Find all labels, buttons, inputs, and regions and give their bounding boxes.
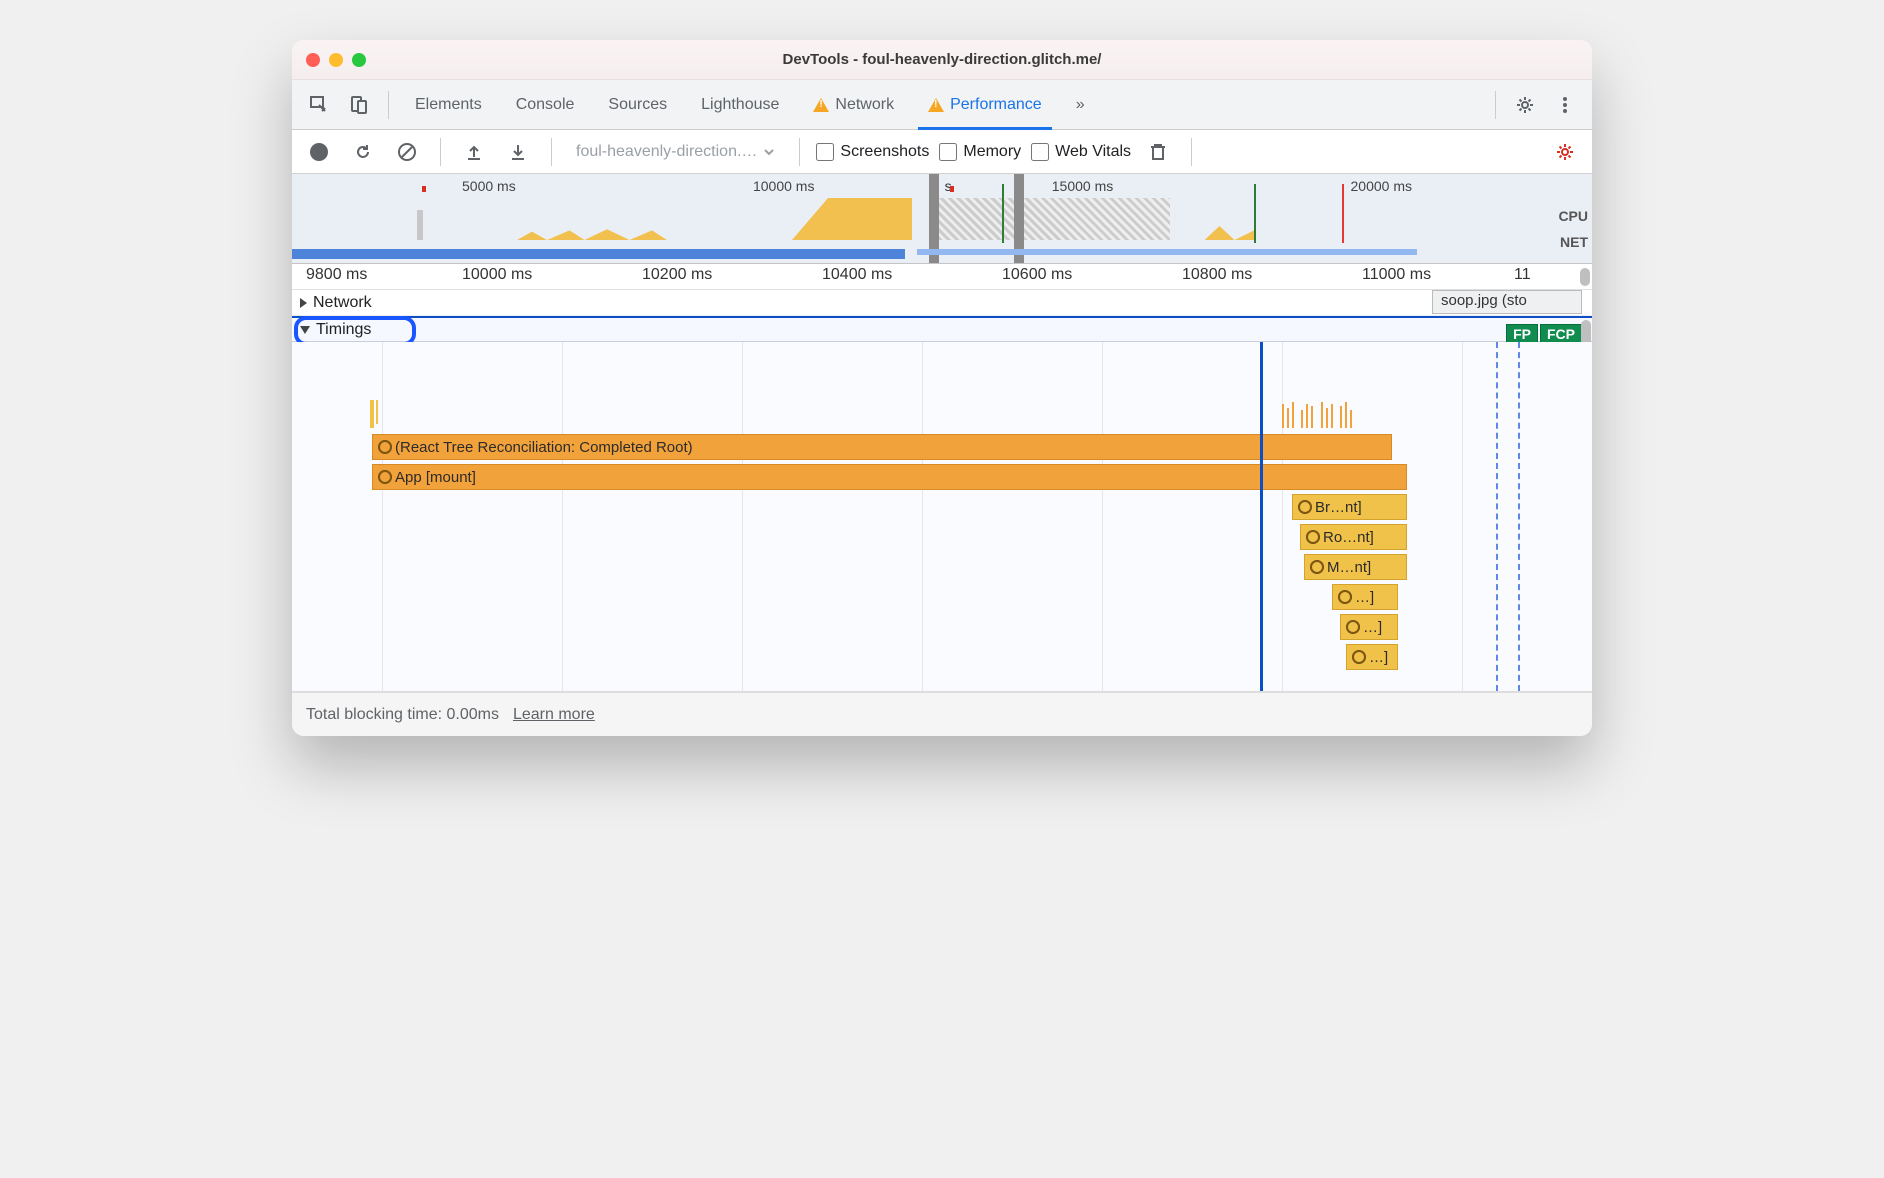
playhead-cursor[interactable] (1260, 342, 1263, 691)
fcp-dashline (1518, 342, 1520, 691)
react-atom-icon (1311, 561, 1323, 573)
window-title: DevTools - foul-heavenly-direction.glitc… (292, 51, 1592, 68)
divider (1495, 91, 1496, 119)
network-section-header[interactable]: Network soop.jpg (sto (292, 290, 1592, 316)
kebab-icon[interactable] (1548, 88, 1582, 122)
overview-right-labels: CPU NET (1558, 198, 1588, 260)
react-atom-icon (1307, 531, 1319, 543)
flame-row[interactable]: M…nt] (1304, 554, 1407, 580)
scrollbar-thumb[interactable] (1580, 268, 1590, 286)
trash-icon[interactable] (1141, 135, 1175, 169)
main-tabbar: Elements Console Sources Lighthouse Netw… (292, 80, 1592, 130)
memory-checkbox[interactable]: Memory (939, 143, 1021, 161)
webvitals-checkbox[interactable]: Web Vitals (1031, 143, 1131, 161)
tab-performance-label: Performance (950, 96, 1042, 114)
react-atom-icon (1353, 651, 1365, 663)
ov-tick-red (422, 186, 426, 192)
flame-row[interactable]: …] (1346, 644, 1398, 670)
react-atom-icon (379, 471, 391, 483)
flame-row[interactable]: Br…nt] (1292, 494, 1407, 520)
trace-select[interactable]: foul-heavenly-direction.… (568, 143, 783, 161)
timings-section-label: Timings (316, 321, 371, 339)
record-button[interactable] (302, 135, 336, 169)
flame-row[interactable]: …] (1340, 614, 1398, 640)
warning-icon (813, 98, 829, 112)
traffic-lights (306, 53, 366, 67)
divider (551, 138, 552, 166)
fp-dashline (1496, 342, 1498, 691)
overview-net (292, 249, 1542, 261)
trace-select-label: foul-heavenly-direction.… (576, 143, 757, 161)
devtools-window: DevTools - foul-heavenly-direction.glitc… (292, 40, 1592, 736)
ov-tick-red (950, 186, 954, 192)
flame-row[interactable]: Ro…nt] (1300, 524, 1407, 550)
flame-row[interactable]: …] (1332, 584, 1398, 610)
overview-marker-green2 (1254, 184, 1256, 243)
chevron-down-icon (763, 146, 775, 158)
warning-icon (928, 98, 944, 112)
network-resource-block[interactable]: soop.jpg (sto (1432, 290, 1582, 314)
chevron-down-icon (300, 326, 310, 334)
overview-marker-green (1002, 184, 1004, 243)
tab-sources[interactable]: Sources (594, 80, 681, 130)
tab-network-label: Network (835, 96, 894, 114)
timings-section-header[interactable]: Timings FP FCP (292, 316, 1592, 342)
react-atom-icon (1347, 621, 1359, 633)
minimize-icon[interactable] (329, 53, 343, 67)
tab-lighthouse[interactable]: Lighthouse (687, 80, 793, 130)
chevron-right-icon (300, 298, 307, 308)
titlebar: DevTools - foul-heavenly-direction.glitc… (292, 40, 1592, 80)
overview-timeline[interactable]: 5000 ms 10000 ms 15000 ms 20000 ms CPU N… (292, 174, 1592, 264)
tab-console[interactable]: Console (502, 80, 589, 130)
tab-network[interactable]: Network (799, 80, 908, 130)
react-atom-icon (379, 441, 391, 453)
network-section-label: Network (313, 294, 372, 312)
tbt-label: Total blocking time: 0.00ms (306, 706, 499, 724)
time-ruler[interactable]: 9800 ms 10000 ms 10200 ms 10400 ms 10600… (292, 264, 1592, 290)
close-icon[interactable] (306, 53, 320, 67)
inspect-icon[interactable] (302, 88, 336, 122)
tab-elements[interactable]: Elements (401, 80, 496, 130)
overview-marker-red (1342, 184, 1344, 243)
learn-more-link[interactable]: Learn more (513, 706, 595, 724)
download-icon[interactable] (501, 135, 535, 169)
timings-flame-area[interactable]: (React Tree Reconciliation: Completed Ro… (292, 342, 1592, 692)
tabs-more[interactable]: » (1062, 80, 1099, 130)
overview-cpu (292, 196, 1542, 240)
gear-icon[interactable] (1508, 88, 1542, 122)
tab-performance[interactable]: Performance (914, 80, 1056, 130)
perf-toolbar: foul-heavenly-direction.… Screenshots Me… (292, 130, 1592, 174)
screenshots-checkbox[interactable]: Screenshots (816, 143, 929, 161)
flame-row[interactable]: App [mount] (372, 464, 1407, 490)
device-toggle-icon[interactable] (342, 88, 376, 122)
clear-button[interactable] (390, 135, 424, 169)
zoom-icon[interactable] (352, 53, 366, 67)
capture-settings-icon[interactable] (1548, 135, 1582, 169)
divider (799, 138, 800, 166)
divider (440, 138, 441, 166)
react-atom-icon (1299, 501, 1311, 513)
footer-bar: Total blocking time: 0.00ms Learn more (292, 692, 1592, 736)
flame-row[interactable]: (React Tree Reconciliation: Completed Ro… (372, 434, 1392, 460)
upload-icon[interactable] (457, 135, 491, 169)
react-atom-icon (1339, 591, 1351, 603)
reload-button[interactable] (346, 135, 380, 169)
divider (388, 91, 389, 119)
divider (1191, 138, 1192, 166)
overview-ticks: 5000 ms 10000 ms 15000 ms 20000 ms (292, 178, 1532, 194)
